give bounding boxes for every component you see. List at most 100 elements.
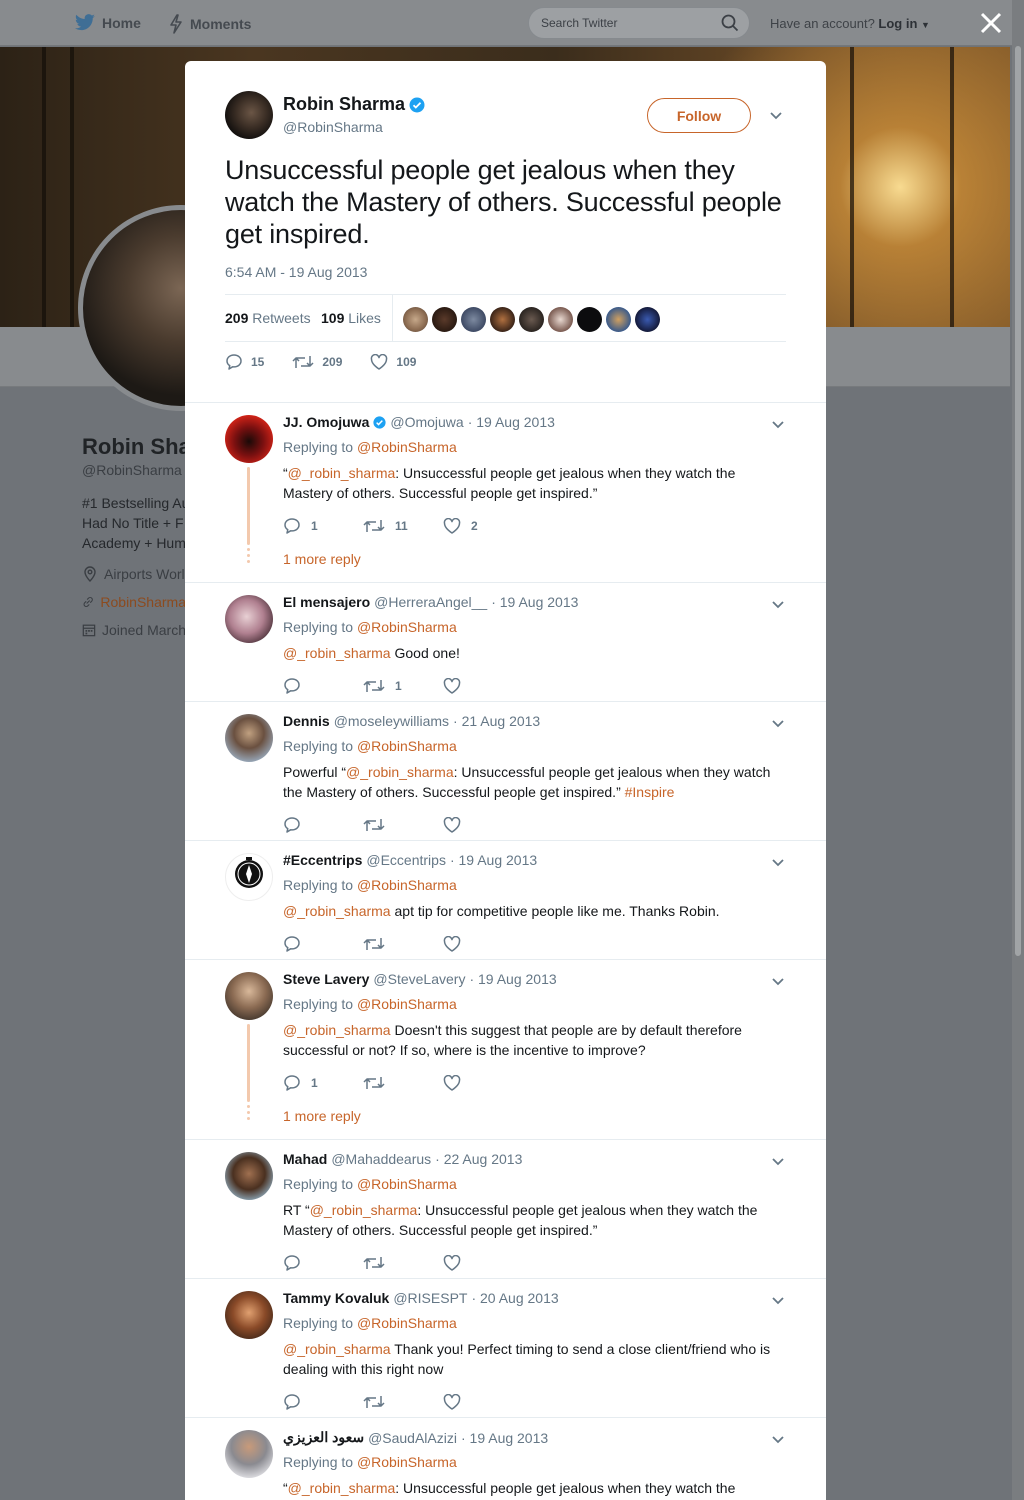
chevron-down-icon[interactable] [771,719,785,729]
reply-tweet[interactable]: Dennis @moseleywilliams · 21 Aug 2013 Re… [185,702,826,841]
reply-name[interactable]: Dennis [283,713,330,729]
reply-tweet[interactable]: El mensajero @HerreraAngel__ · 19 Aug 20… [185,583,826,702]
reply-avatar[interactable] [225,595,273,643]
replying-mention[interactable]: @RobinSharma [357,1176,457,1192]
chevron-down-icon[interactable] [771,1157,785,1167]
reply-tweet[interactable]: Tammy Kovaluk @RISESPT · 20 Aug 2013 Rep… [185,1279,826,1418]
mention-link[interactable]: @_robin_sharma [283,1341,391,1357]
chevron-down-icon[interactable] [771,858,785,868]
like-action[interactable] [443,816,523,834]
login-link[interactable]: Log in [878,16,917,31]
replying-mention[interactable]: @RobinSharma [357,877,457,893]
tweet-timestamp[interactable]: 6:54 AM - 19 Aug 2013 [225,264,367,280]
reply-action[interactable] [283,1254,363,1272]
hashtag-link[interactable]: #Inspire [625,784,675,800]
chevron-down-icon[interactable] [771,1296,785,1306]
nav-home-link[interactable]: Home [74,14,141,32]
likes-stat[interactable]: 109 Likes [321,310,381,326]
reply-action[interactable] [283,935,363,953]
chevron-down-icon[interactable] [771,977,785,987]
reply-avatar[interactable] [225,1430,273,1478]
reply-handle[interactable]: @Omojuwa [390,414,463,430]
search-input[interactable] [529,8,709,38]
follow-button[interactable]: Follow [647,98,751,133]
replying-mention[interactable]: @RobinSharma [357,439,457,455]
reply-name[interactable]: JJ. Omojuwa [283,414,369,430]
like-action[interactable]: 109 [370,353,416,371]
reply-date[interactable]: · 21 Aug 2013 [453,713,540,729]
reply-handle[interactable]: @RISESPT [393,1290,467,1306]
replying-mention[interactable]: @RobinSharma [357,619,457,635]
liker-avatar[interactable] [490,307,515,332]
liker-avatar[interactable] [432,307,457,332]
reply-handle[interactable]: @moseleywilliams [334,713,449,729]
mention-link[interactable]: @_robin_sharma [346,764,454,780]
mention-link[interactable]: @_robin_sharma [288,465,396,481]
reply-avatar[interactable] [225,714,273,762]
chevron-down-icon[interactable] [769,111,783,121]
retweet-action[interactable]: 11 [363,517,443,535]
reply-handle[interactable]: @Mahaddearus [331,1151,431,1167]
reply-action[interactable] [283,816,363,834]
reply-date[interactable]: · 19 Aug 2013 [450,852,537,868]
reply-date[interactable]: · 19 Aug 2013 [468,414,555,430]
liker-avatar[interactable] [519,307,544,332]
reply-avatar[interactable] [225,972,273,1020]
liker-avatar[interactable] [635,307,660,332]
reply-handle[interactable]: @SteveLavery [373,971,465,987]
retweet-action[interactable] [363,816,443,834]
reply-name[interactable]: Mahad [283,1151,327,1167]
reply-action[interactable]: 15 [225,353,264,371]
liker-avatar[interactable] [577,307,602,332]
liker-avatar[interactable] [461,307,486,332]
replying-mention[interactable]: @RobinSharma [357,1315,457,1331]
close-icon[interactable] [978,10,1004,36]
reply-avatar[interactable] [225,853,273,901]
scrollbar-thumb[interactable] [1015,46,1021,956]
replying-mention[interactable]: @RobinSharma [357,738,457,754]
chevron-down-icon[interactable] [771,600,785,610]
reply-action[interactable] [283,1393,363,1411]
reply-tweet[interactable]: JJ. Omojuwa @Omojuwa · 19 Aug 2013 Reply… [185,403,826,583]
reply-action[interactable]: 1 [283,1074,363,1092]
author-name[interactable]: Robin Sharma [283,94,405,115]
reply-date[interactable]: · 19 Aug 2013 [461,1430,548,1446]
reply-tweet[interactable]: Steve Lavery @SteveLavery · 19 Aug 2013 … [185,960,826,1140]
author-name-row[interactable]: Robin Sharma [283,94,425,115]
mention-link[interactable]: @_robin_sharma [283,645,391,661]
reply-avatar[interactable] [225,1152,273,1200]
like-action[interactable] [443,1393,523,1411]
reply-name[interactable]: El mensajero [283,594,370,610]
retweet-action[interactable]: 209 [292,353,342,371]
profile-website[interactable]: RobinSharma [82,594,186,610]
reply-action[interactable] [283,677,363,695]
reply-action[interactable]: 1 [283,517,363,535]
mention-link[interactable]: @_robin_sharma [283,903,391,919]
author-avatar[interactable] [225,91,273,139]
author-handle[interactable]: @RobinSharma [283,119,383,135]
website-link[interactable]: RobinSharma [100,594,186,610]
chevron-down-icon[interactable] [771,420,785,430]
reply-handle[interactable]: @HerreraAngel__ [374,594,487,610]
reply-handle[interactable]: @Eccentrips [366,852,446,868]
reply-name[interactable]: Tammy Kovaluk [283,1290,389,1306]
reply-date[interactable]: · 20 Aug 2013 [471,1290,558,1306]
nav-moments-link[interactable]: Moments [168,14,251,34]
replying-mention[interactable]: @RobinSharma [357,1454,457,1470]
reply-date[interactable]: · 19 Aug 2013 [469,971,556,987]
reply-avatar[interactable] [225,1291,273,1339]
retweet-action[interactable]: 1 [363,677,443,695]
retweets-stat[interactable]: 209 Retweets [225,310,311,326]
retweet-action[interactable] [363,1254,443,1272]
retweet-action[interactable] [363,1074,443,1092]
like-action[interactable] [443,1074,523,1092]
liker-avatar[interactable] [548,307,573,332]
reply-avatar[interactable] [225,415,273,463]
liker-avatar[interactable] [403,307,428,332]
retweet-action[interactable] [363,935,443,953]
replying-mention[interactable]: @RobinSharma [357,996,457,1012]
reply-tweet[interactable]: Mahad @Mahaddearus · 22 Aug 2013 Replyin… [185,1140,826,1279]
reply-tweet[interactable]: #Eccentrips @Eccentrips · 19 Aug 2013 Re… [185,841,826,960]
like-action[interactable] [443,1254,523,1272]
like-action[interactable] [443,935,523,953]
